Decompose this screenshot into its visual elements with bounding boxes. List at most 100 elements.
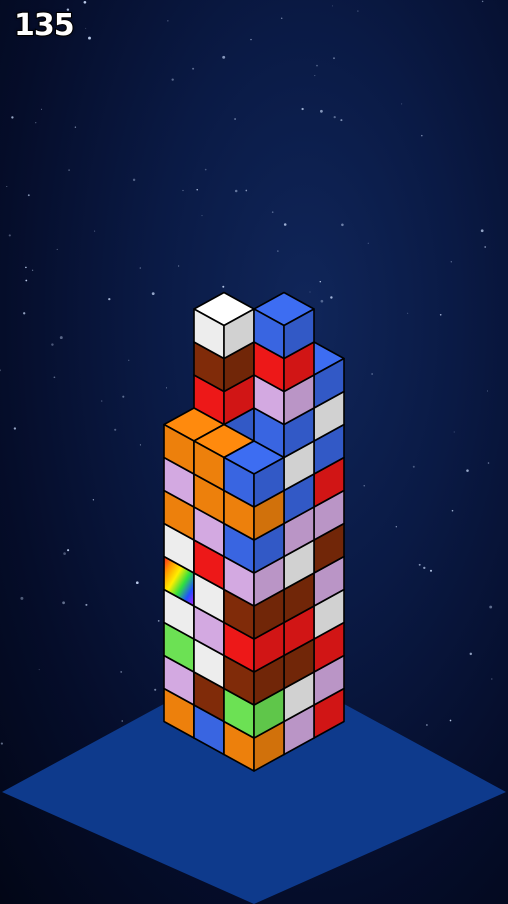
star [85,27,87,29]
star [449,719,452,722]
star [167,20,169,22]
star [486,390,488,392]
star [94,230,96,232]
star [341,223,344,227]
star [182,189,184,192]
star [423,566,426,570]
star [40,108,43,110]
star [122,395,125,398]
star [108,297,111,301]
star [316,64,318,67]
star [11,116,14,119]
star [128,359,130,361]
star [407,312,409,314]
star [27,194,30,197]
star [487,462,490,464]
star [222,285,225,288]
star [320,299,324,303]
star [192,67,195,70]
star [283,223,287,226]
star [25,279,28,282]
star [120,670,123,673]
star [314,75,316,77]
star [25,266,27,269]
star [56,248,58,250]
star [204,168,207,171]
star [466,469,469,472]
star [439,313,442,316]
star [222,55,226,59]
star [154,688,157,691]
star [201,215,203,217]
star [481,0,484,3]
star [20,596,24,600]
star [453,431,455,433]
star [412,465,415,468]
star [250,38,252,41]
star [363,485,365,487]
star [234,189,238,193]
star [88,36,91,40]
star [62,601,65,605]
star [59,336,63,340]
star [166,387,167,389]
star [53,376,56,379]
star [135,581,139,585]
score-counter: 135 [13,7,76,44]
star [480,229,484,233]
star [171,78,174,81]
star [271,211,274,213]
star [51,343,54,346]
star [178,265,180,267]
star [35,122,37,124]
star [196,188,198,191]
star [139,267,142,269]
star [421,134,423,137]
star [139,444,141,446]
star [63,552,66,555]
star [132,178,136,182]
star [8,234,11,237]
star [67,549,70,552]
star [245,189,248,192]
star [280,17,283,20]
cube-stack[interactable] [163,291,345,772]
star [367,242,369,244]
star [331,5,333,7]
star [450,261,452,263]
star [426,724,428,726]
star [333,57,335,60]
star [100,400,103,402]
star [301,107,304,111]
game-board[interactable] [0,0,508,904]
star [85,603,88,606]
star [0,742,3,745]
star [309,291,311,293]
star [74,126,77,128]
star [83,0,87,4]
star [371,373,373,375]
star [320,109,323,113]
star [357,10,359,12]
star [151,292,155,295]
star [38,669,40,671]
star [333,115,336,119]
star [469,652,473,656]
star [6,185,8,188]
star [114,428,117,431]
star [31,269,34,271]
star [489,605,493,609]
star [451,509,454,512]
star [157,619,160,622]
star [484,246,487,248]
star [319,280,322,283]
star [491,678,493,680]
star [418,563,421,566]
star [0,369,1,372]
star [395,526,397,528]
star [121,720,123,722]
star [429,569,433,572]
star [68,169,70,172]
star [92,499,95,501]
star [277,250,279,252]
